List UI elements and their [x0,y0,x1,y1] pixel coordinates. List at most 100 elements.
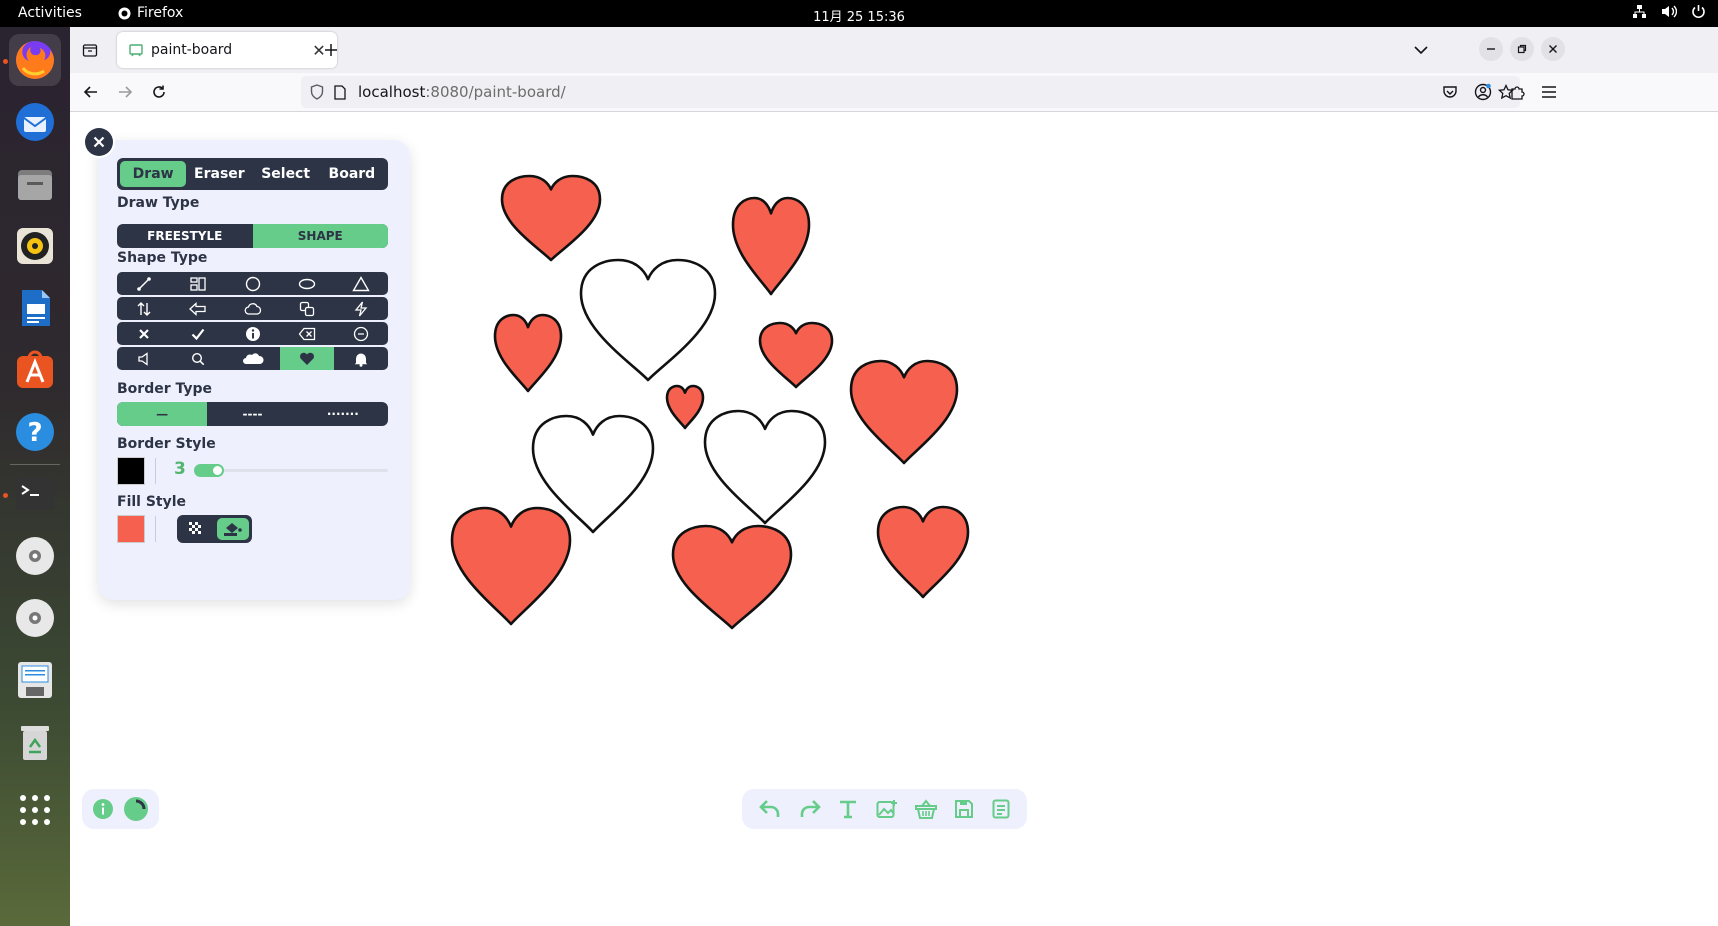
firefox-icon[interactable] [9,34,61,86]
arrows-updown-icon[interactable] [117,297,171,320]
extensions-button[interactable] [1502,77,1532,107]
account-button[interactable] [1468,77,1498,107]
heart-shape-1[interactable] [500,174,602,262]
tab-overview-button[interactable] [70,35,110,65]
tab-draw[interactable]: Draw [120,161,187,187]
copy-icon[interactable] [280,297,334,320]
close-window-button[interactable] [1541,37,1565,61]
bell-icon[interactable] [334,347,388,370]
draw-type-shape[interactable]: SHAPE [252,224,388,248]
transparent-icon[interactable] [180,518,213,540]
clock[interactable]: 11月 25 15:36 [813,10,905,25]
heart-shape-10[interactable] [450,506,572,626]
pocket-button[interactable] [1435,77,1465,107]
cloud-icon[interactable] [225,297,279,320]
restore-button[interactable] [1510,37,1534,61]
trash-icon[interactable] [9,716,61,768]
terminal-icon[interactable] [9,468,61,520]
power-icon[interactable] [1691,4,1706,19]
ellipse-icon[interactable] [280,272,334,295]
browser-tab-bar: paint-board ✕ [70,27,1718,73]
border-type-solid[interactable]: — [117,402,208,426]
border-color-swatch[interactable] [117,457,145,485]
panel-close-button[interactable] [85,128,113,156]
draw-type-freestyle[interactable]: FREESTYLE [117,224,253,248]
heart-shape-11[interactable] [876,505,970,599]
app-menu-label: Firefox [137,5,184,21]
new-tab-button[interactable] [316,35,346,65]
dock-separator [10,464,60,465]
line-icon[interactable] [117,272,171,295]
files-icon[interactable] [9,158,61,210]
activities-button[interactable]: Activities [18,5,82,21]
image-add-icon[interactable] [876,799,898,819]
reload-button[interactable] [144,77,174,107]
check-icon[interactable] [171,322,225,345]
help-icon[interactable]: ? [9,406,61,458]
undo-icon[interactable] [759,799,781,819]
minimize-button[interactable] [1479,37,1503,61]
page-icon [334,84,346,100]
url-bar[interactable]: localhost:8080/paint-board/ [301,76,1520,108]
heart-shape-7[interactable] [665,384,705,430]
shield-icon[interactable] [310,84,324,100]
writer-icon[interactable] [9,282,61,334]
tab-board[interactable]: Board [319,161,385,187]
layout-icon[interactable] [171,272,225,295]
rhythmbox-icon[interactable] [9,220,61,272]
heart-icon[interactable] [279,347,334,370]
network-icon[interactable] [1632,4,1647,19]
app-center-icon[interactable] [9,344,61,396]
system-tray[interactable] [1632,4,1706,19]
magnifier-icon[interactable] [171,347,225,370]
arrow-left-shape-icon[interactable] [171,297,225,320]
border-width-slider-thumb[interactable] [211,464,225,477]
color-wheel-icon[interactable] [123,796,149,822]
save-icon[interactable] [954,799,974,819]
thunderbird-icon[interactable] [9,96,61,148]
heart-shape-9[interactable] [703,409,827,525]
cloud-solid-icon[interactable] [225,347,279,370]
border-type-dashed[interactable]: ---- [207,402,297,426]
disc-icon-2[interactable] [9,592,61,644]
speaker-icon[interactable] [117,347,171,370]
backspace-icon[interactable] [280,322,334,345]
heart-shape-12[interactable] [671,524,793,630]
circle-icon[interactable] [225,272,279,295]
lightning-icon[interactable] [334,297,388,320]
tab-eraser[interactable]: Eraser [186,161,252,187]
tab-paint-board[interactable]: paint-board ✕ [117,32,337,68]
redo-icon[interactable] [799,799,821,819]
heart-shape-3[interactable] [579,258,717,382]
info-icon[interactable] [92,798,114,820]
app-grid-icon[interactable] [9,784,61,836]
disc-icon[interactable] [9,530,61,582]
volume-icon[interactable] [1661,4,1677,19]
heart-shape-2[interactable] [731,196,811,296]
border-type-dotted[interactable]: ······· [298,402,388,426]
text-icon[interactable] [838,799,858,819]
cross-icon[interactable] [117,322,171,345]
heart-shape-6[interactable] [849,359,959,465]
triangle-icon[interactable] [334,272,388,295]
basket-icon[interactable] [914,799,937,819]
back-button[interactable] [76,77,106,107]
app-menu[interactable]: Firefox [118,5,183,21]
fill-color-swatch[interactable] [117,515,145,543]
minus-circle-icon[interactable] [334,322,388,345]
notes-icon[interactable] [992,799,1010,819]
list-tabs-button[interactable] [1406,35,1436,65]
info-icon[interactable] [225,322,279,345]
heart-shape-5[interactable] [758,321,834,389]
url-path: :8080/paint-board/ [425,83,566,101]
close-icon [1549,45,1557,53]
menu-button[interactable] [1534,77,1564,107]
tab-title: paint-board [151,42,233,58]
border-width-value: 3 [174,459,186,479]
floppy-icon[interactable] [9,654,61,706]
forward-button[interactable] [110,77,140,107]
tab-select[interactable]: Select [253,161,319,187]
heart-shape-4[interactable] [493,313,563,393]
tab-overview-icon [82,44,98,57]
fill-bucket-icon[interactable] [216,518,249,540]
